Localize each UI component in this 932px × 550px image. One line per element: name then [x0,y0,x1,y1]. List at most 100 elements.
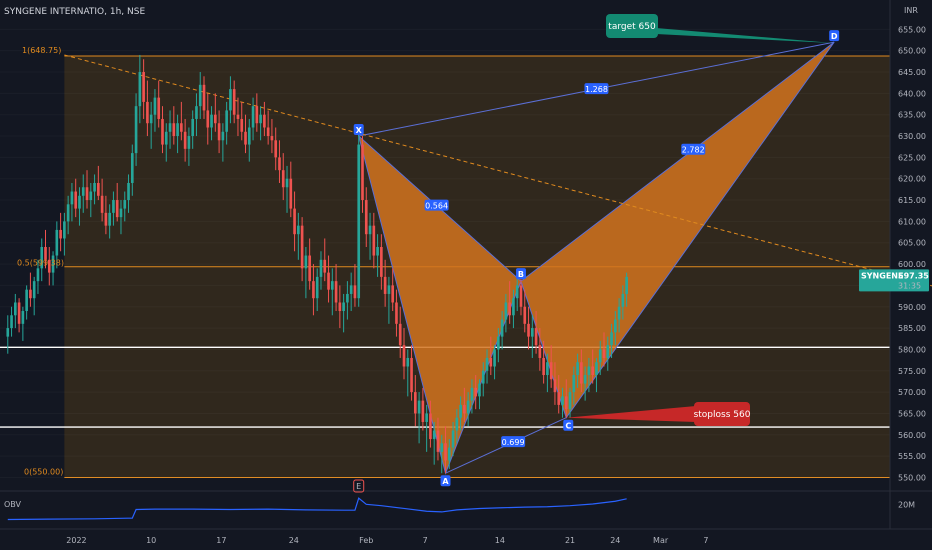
candle-body-135 [515,285,519,299]
candle-body-47 [183,131,187,149]
point-label-c: C [565,422,571,431]
point-badge-x[interactable]: X [353,124,364,135]
currency-label: INR [904,6,918,15]
candle-body-69 [266,127,270,137]
candle-body-115 [440,443,444,452]
chart-title: SYNGENE INTERNATIO, 1h, NSE [4,7,145,17]
time-tick-2: 10 [146,536,156,545]
candle-body-142 [542,357,545,376]
candle-body-155 [591,366,595,376]
point-label-a: A [442,477,449,486]
candle-body-86 [330,281,334,290]
candle-body-133 [508,302,511,316]
candle-body-45 [176,123,179,137]
price-tick-17: 635.00 [898,111,926,120]
candle-body-78 [300,225,304,269]
candle-body-18 [74,191,78,209]
candle-body-81 [312,281,315,299]
candle-body-59 [229,89,232,111]
candle-body-79 [304,255,308,269]
price-tick-19: 645.00 [898,68,926,77]
candle-body-0 [6,328,10,337]
candle-body-7 [32,281,36,299]
point-badge-a[interactable]: A [440,475,451,487]
candle-body-8 [36,268,40,282]
obv-scale-label: 20M [898,500,915,509]
candle-body-143 [546,362,549,376]
price-tick-13: 615.00 [898,196,926,205]
chart: 550.00 555.00 560.00 565.00 570.00 575.00 580.… [0,0,932,550]
candle-body-15 [63,221,66,239]
point-badge-b[interactable]: B [515,268,526,280]
time-tick-4: 24 [289,536,299,545]
time-tick-5: Feb [359,536,373,545]
candle-body-96 [368,225,372,235]
candle-body-122 [466,400,470,414]
candle-body-32 [127,182,130,201]
candle-body-90 [346,293,349,303]
candle-body-25 [100,195,104,213]
candle-body-157 [598,349,602,363]
ratio-text-bd: 2.782 [682,146,705,155]
candle-body-156 [595,362,598,376]
candle-body-137 [523,306,527,324]
candle-body-145 [553,379,557,393]
time-tick-3: 17 [216,536,226,545]
candle-body-64 [247,127,251,145]
price-tick-5: 575.00 [898,367,926,376]
time-tick-1: 2022 [66,536,86,545]
candle-body-147 [561,396,564,405]
candle-body-71 [274,140,278,158]
candle-body-95 [364,200,368,235]
point-label-x: X [356,126,363,135]
candle-body-3 [17,302,21,324]
candle-body-38 [149,114,153,124]
time-tick-11: 7 [703,536,708,545]
ratio-label-xd[interactable]: 1.268 [584,83,609,95]
candle-body-84 [323,259,327,273]
time-tick-7: 14 [495,536,505,545]
ratio-label-xb[interactable]: 0.564 [424,199,449,211]
candle-body-27 [108,212,111,226]
candle-body-61 [236,114,240,119]
candle-body-29 [115,200,119,218]
price-tick-16: 630.00 [898,132,926,141]
ratio-label-bd[interactable]: 2.782 [681,143,706,155]
candle-body-39 [153,97,157,115]
candle-body-138 [527,323,530,337]
candle-body-1 [10,315,13,329]
price-tick-12: 610.00 [898,217,926,226]
candle-body-28 [112,200,115,213]
candle-body-33 [130,153,134,183]
candle-body-148 [564,396,568,410]
point-badge-d[interactable]: D [829,30,840,42]
fib-label-top: 1(648.75) [22,46,61,55]
candle-body-88 [338,302,342,312]
candle-body-128 [489,357,493,367]
candle-body-124 [474,387,478,397]
candle-body-83 [319,259,323,277]
point-badge-c[interactable]: C [563,419,574,431]
candle-body-65 [251,106,255,128]
candle-body-113 [432,430,436,440]
obv-label: OBV [4,500,22,509]
candle-body-110 [421,400,425,422]
candle-body-73 [281,170,285,188]
price-badge-countdown: 31:35 [898,281,921,290]
candle-body-112 [429,413,432,440]
candle-body-158 [602,349,606,358]
price-badge[interactable]: SYNGENE 597.35 31:35 [859,269,929,292]
candle-body-50 [195,106,198,119]
candle-body-17 [70,191,74,205]
candle-body-149 [568,392,572,410]
candle-body-30 [119,208,123,218]
candle-body-58 [225,110,228,132]
earnings-badge-label: E [356,482,361,491]
candle-body-37 [146,101,149,124]
candle-body-130 [497,336,500,350]
candle-body-23 [93,182,96,192]
candle-body-72 [278,157,281,171]
candle-body-87 [334,281,338,303]
ratio-label-ac[interactable]: 0.699 [501,436,526,448]
price-tick-14: 620.00 [898,175,926,184]
